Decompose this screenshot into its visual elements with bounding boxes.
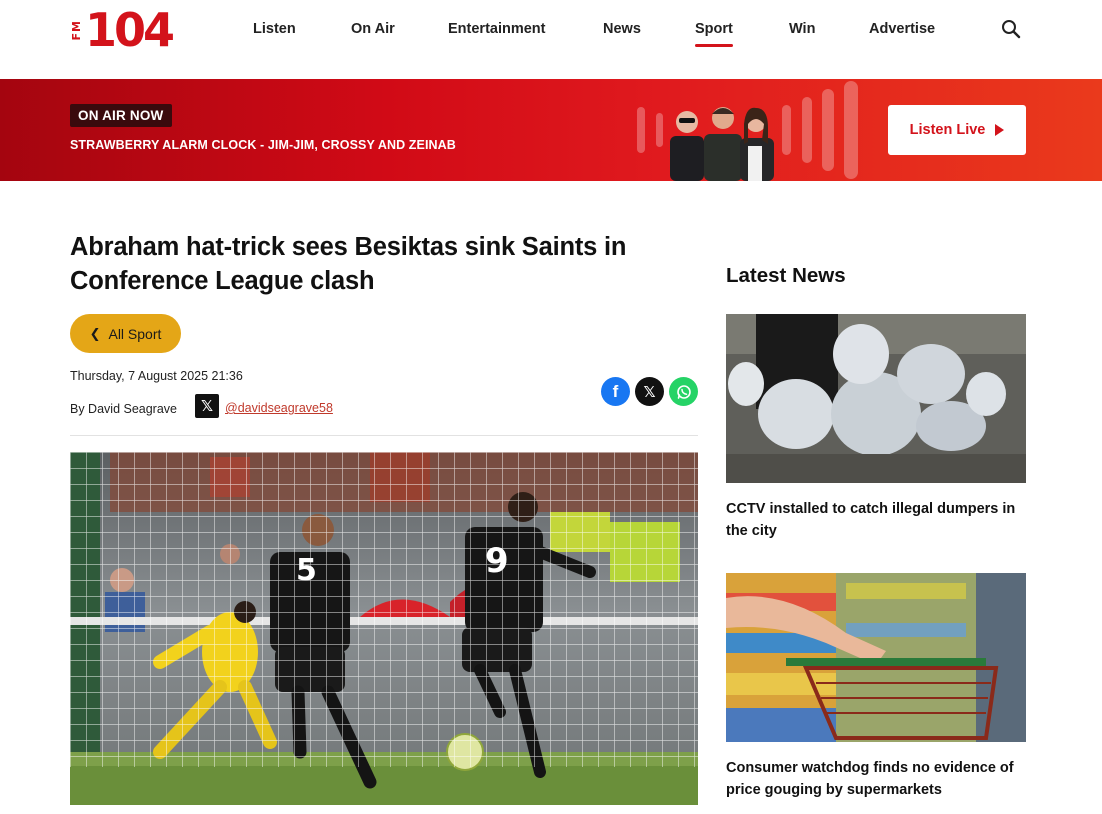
- news-thumbnail-supermarket[interactable]: [726, 573, 1026, 742]
- search-icon[interactable]: [1000, 18, 1022, 40]
- whatsapp-icon[interactable]: [669, 377, 698, 406]
- news-item-title[interactable]: Consumer watchdog finds no evidence of p…: [726, 757, 1026, 801]
- logo-number-text: 104: [85, 3, 175, 57]
- nav-on-air[interactable]: On Air: [351, 18, 395, 48]
- nav-advertise[interactable]: Advertise: [869, 18, 935, 48]
- article-date: Thursday, 7 August 2025 21:36: [70, 369, 243, 383]
- on-air-badge: ON AIR NOW: [70, 104, 172, 127]
- listen-live-button[interactable]: Listen Live: [888, 105, 1026, 155]
- all-sport-button[interactable]: ❮ All Sport: [70, 314, 181, 353]
- chevron-left-icon: ❮: [89, 325, 101, 341]
- x-icon[interactable]: 𝕏: [635, 377, 664, 406]
- show-name: STRAWBERRY ALARM CLOCK - JIM-JIM, CROSSY…: [70, 138, 456, 152]
- nav-sport[interactable]: Sport: [695, 18, 733, 48]
- logo-fm-text: FM: [70, 19, 83, 41]
- fm104-logo[interactable]: FM 104: [70, 6, 192, 54]
- news-thumbnail-bin-bags[interactable]: [726, 314, 1026, 483]
- x-logo-icon: 𝕏: [195, 394, 219, 418]
- nav-listen[interactable]: Listen: [253, 18, 296, 48]
- article-byline: By David Seagrave: [70, 402, 178, 416]
- site-header: FM 104 Listen On Air Entertainment News …: [0, 0, 1102, 79]
- on-air-banner[interactable]: ON AIR NOW STRAWBERRY ALARM CLOCK - JIM-…: [0, 79, 1102, 181]
- nav-win[interactable]: Win: [789, 18, 815, 48]
- latest-news-title: Latest News: [726, 264, 846, 287]
- article-divider: [70, 435, 698, 436]
- play-icon: [995, 124, 1005, 136]
- listen-live-label: Listen Live: [909, 122, 986, 138]
- article-hero-image: 5 9: [70, 452, 698, 805]
- all-sport-label: All Sport: [108, 325, 162, 342]
- presenters-photo: [670, 107, 774, 181]
- author-handle-link[interactable]: @davidseagrave58: [225, 401, 333, 415]
- facebook-icon[interactable]: f: [601, 377, 630, 406]
- nav-entertainment[interactable]: Entertainment: [448, 18, 546, 48]
- article-headline: Abraham hat-trick sees Besiktas sink Sai…: [70, 233, 627, 295]
- nav-news[interactable]: News: [603, 18, 641, 48]
- news-item-title[interactable]: CCTV installed to catch illegal dumpers …: [726, 498, 1026, 542]
